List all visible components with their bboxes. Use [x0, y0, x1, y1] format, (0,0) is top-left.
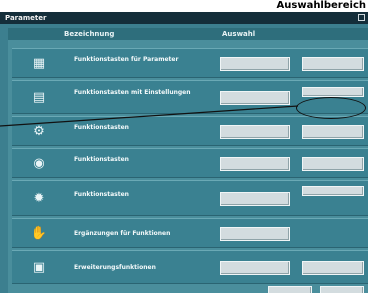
- parameter-window: Parameter Bezeichnung Auswahl ▦ Funktion…: [0, 12, 368, 293]
- select-button[interactable]: [220, 192, 290, 206]
- options-button[interactable]: [302, 186, 364, 196]
- eye-icon: ◉: [33, 156, 45, 171]
- table-row: ✋ Ergänzungen für Funktionen: [12, 218, 368, 248]
- close-icon[interactable]: [358, 14, 365, 21]
- table-row: ⚙ Funktionstasten: [12, 116, 368, 146]
- header-text: Auswahlbereich: [276, 0, 366, 11]
- row-label: Funktionstasten: [74, 124, 129, 131]
- footer-button[interactable]: [268, 286, 312, 293]
- archive-icon: ▦: [32, 56, 46, 71]
- table-row: ◉ Funktionstasten: [12, 148, 368, 178]
- row-label: Funktionstasten mit Einstellungen: [74, 89, 191, 96]
- table-row: ✹ Funktionstasten: [12, 180, 368, 216]
- row-label: Ergänzungen für Funktionen: [74, 230, 171, 237]
- column-header-select: Auswahl: [222, 30, 256, 38]
- gear-icon: ⚙: [33, 124, 45, 139]
- select-button[interactable]: [220, 227, 290, 241]
- options-button[interactable]: [302, 57, 364, 71]
- grid-icon: ▣: [32, 260, 46, 275]
- select-button[interactable]: [220, 261, 290, 275]
- doc-icon: ▤: [32, 90, 46, 105]
- table-row: ▣ Erweiterungsfunktionen: [12, 250, 368, 284]
- row-label: Funktionstasten: [74, 156, 129, 163]
- row-label: Funktionstasten für Parameter: [74, 56, 179, 63]
- footer-button[interactable]: [320, 286, 364, 293]
- column-header-name: Bezeichnung: [64, 30, 115, 38]
- options-button[interactable]: [302, 125, 364, 139]
- window-titlebar: Parameter: [0, 12, 368, 24]
- options-button[interactable]: [302, 157, 364, 171]
- select-button[interactable]: [220, 157, 290, 171]
- header-strip: Auswahlbereich: [0, 0, 368, 12]
- table-row: ▦ Funktionstasten für Parameter: [12, 48, 368, 78]
- tool-icon: ✹: [33, 191, 45, 206]
- function-panel: Bezeichnung Auswahl ▦ Funktionstasten fü…: [8, 28, 368, 293]
- row-label: Erweiterungsfunktionen: [74, 264, 156, 271]
- window-title: Parameter: [5, 14, 47, 22]
- select-button[interactable]: [220, 57, 290, 71]
- options-button[interactable]: [302, 87, 364, 97]
- hand-icon: ✋: [30, 226, 48, 241]
- options-button[interactable]: [302, 261, 364, 275]
- row-label: Funktionstasten: [74, 191, 129, 198]
- select-button[interactable]: [220, 91, 290, 105]
- select-button[interactable]: [220, 125, 290, 139]
- callout-ellipse: [296, 97, 366, 119]
- table-header: Bezeichnung Auswahl: [8, 28, 368, 40]
